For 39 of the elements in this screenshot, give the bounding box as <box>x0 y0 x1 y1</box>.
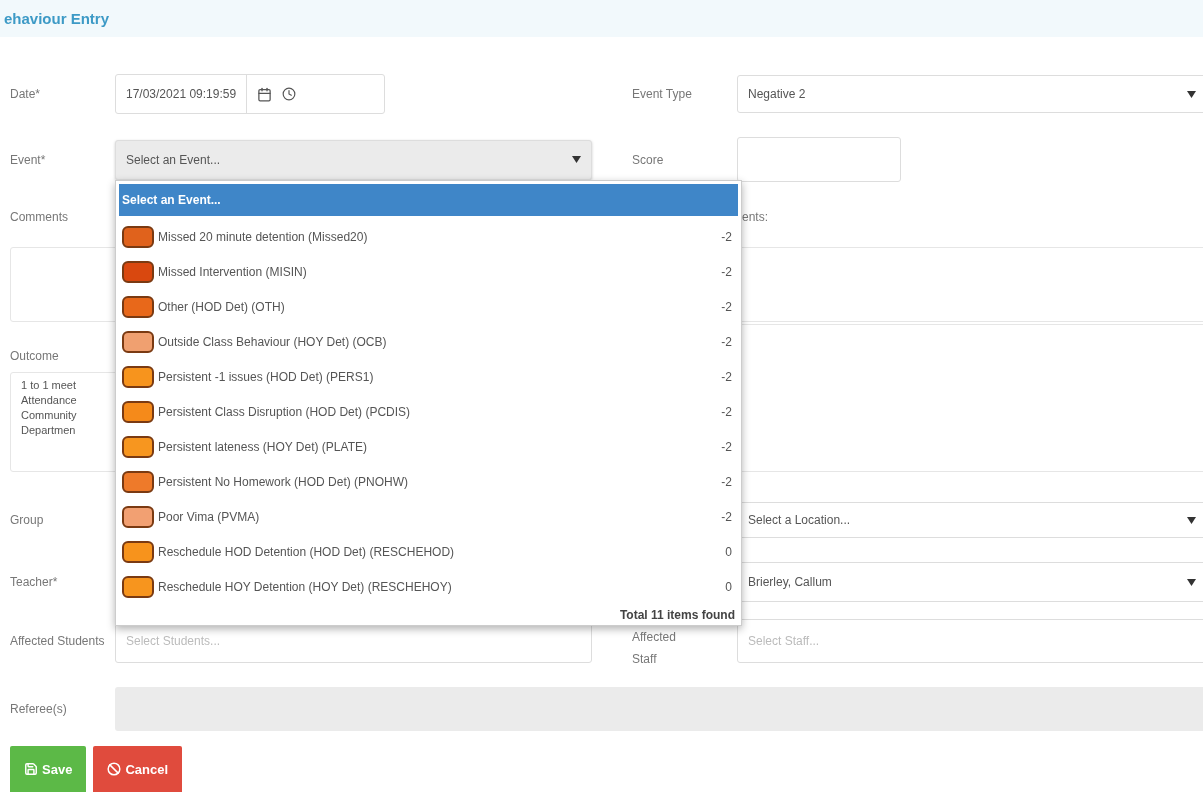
caret-icon <box>1187 516 1196 524</box>
cancel-icon <box>107 762 122 776</box>
event-option[interactable]: Missed Intervention (MISIN) -2 <box>119 254 738 290</box>
field-label: Teacher* <box>10 574 59 591</box>
field-label: Event Type <box>632 86 693 103</box>
field-label: Affected Students <box>10 632 106 650</box>
event-option[interactable]: Persistent -1 issues (HOD Det) (PERS1) -2 <box>119 359 738 395</box>
caret-icon <box>572 156 581 163</box>
field-label: Affected Staff <box>632 629 677 668</box>
calendar-icon[interactable] <box>257 86 273 102</box>
save-icon <box>24 762 38 776</box>
event-option[interactable]: Reschedule HOY Detention (HOY Det) (RESCHEHOY) 0 <box>119 569 738 605</box>
date-field[interactable]: 17/03/2021 09:19:59 <box>115 74 385 114</box>
event-option[interactable]: Persistent Class Disruption (HOD Det) (PCDIS) -2 <box>119 394 738 430</box>
cancel-button[interactable]: Cancel <box>93 746 182 792</box>
field-label: Referee(s) <box>10 701 68 718</box>
event-option[interactable]: Other (HOD Det) (OTH) -2 <box>119 289 738 325</box>
field-label: Event* <box>10 151 47 169</box>
caret-icon <box>1187 90 1196 98</box>
caret-icon <box>1187 578 1196 586</box>
field-label: Group <box>10 512 45 529</box>
event-option[interactable]: Poor Vima (PVMA) -2 <box>119 499 738 535</box>
score-field[interactable] <box>737 137 901 182</box>
event-option[interactable]: Reschedule HOD Detention (HOD Det) (RESCHEHOD) 0 <box>119 534 738 570</box>
event-option[interactable]: Missed 20 minute detention (Missed20) -2 <box>119 219 738 255</box>
clock-icon[interactable] <box>282 87 297 101</box>
event-select[interactable]: Select an Event... <box>115 139 592 180</box>
event-type-select[interactable]: Negative 2 <box>737 75 1203 113</box>
results-count: Total 11 items found <box>618 607 736 623</box>
page-title: ehaviour Entry <box>4 10 110 27</box>
field-label: Comments <box>10 209 69 226</box>
event-option[interactable]: Select an Event... <box>119 184 738 216</box>
field-label: Outcome <box>10 348 60 365</box>
event-option[interactable]: Persistent No Homework (HOD Det) (PNOHW) -2 <box>119 464 738 500</box>
field-label: ents: <box>742 209 769 226</box>
field-label: Date* <box>10 86 42 103</box>
event-option[interactable]: Persistent lateness (HOY Det) (PLATE) -2 <box>119 429 738 465</box>
field-label: Score <box>632 151 665 169</box>
event-option[interactable]: Outside Class Behaviour (HOY Det) (OCB) -2 <box>119 324 738 360</box>
